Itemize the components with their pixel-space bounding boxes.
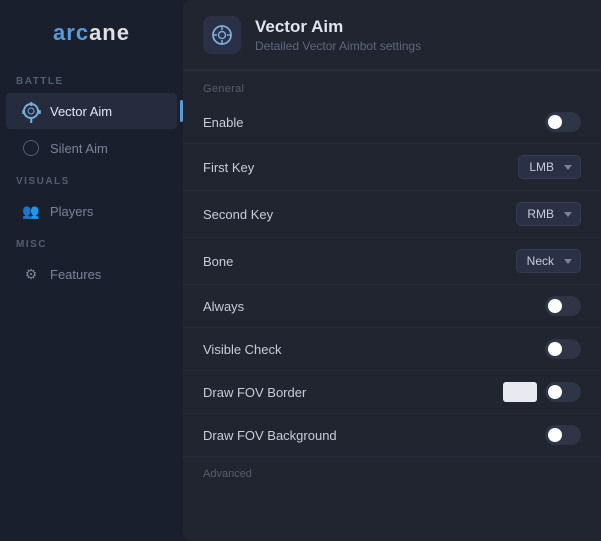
setting-label-bone: Bone (203, 254, 233, 269)
chevron-down-icon (564, 259, 572, 264)
toggle-enable[interactable] (545, 112, 581, 132)
setting-first-key: First Key LMB (183, 144, 601, 191)
setting-bone: Bone Neck (183, 238, 601, 285)
fov-border-controls (503, 382, 581, 402)
setting-label-second-key: Second Key (203, 207, 273, 222)
ghost-icon (22, 139, 40, 157)
dropdown-value-second-key: RMB (527, 207, 554, 221)
sidebar-item-label: Features (50, 267, 101, 282)
panel-header-text: Vector Aim Detailed Vector Aimbot settin… (255, 17, 421, 53)
setting-label-draw-fov-background: Draw FOV Background (203, 428, 337, 443)
setting-label-visible-check: Visible Check (203, 342, 282, 357)
dropdown-second-key[interactable]: RMB (516, 202, 581, 226)
setting-label-enable: Enable (203, 115, 243, 130)
dropdown-bone[interactable]: Neck (516, 249, 581, 273)
sidebar-item-vector-aim[interactable]: Vector Aim (6, 93, 177, 129)
setting-label-always: Always (203, 299, 244, 314)
setting-draw-fov-background: Draw FOV Background (183, 414, 601, 457)
main-panel: Vector Aim Detailed Vector Aimbot settin… (183, 0, 601, 541)
panel-title: Vector Aim (255, 17, 421, 37)
logo-arc: arc (53, 20, 89, 45)
gear-icon: ⚙ (22, 265, 40, 283)
toggle-always[interactable] (545, 296, 581, 316)
fov-color-box[interactable] (503, 382, 537, 402)
logo-ane: ane (89, 20, 130, 45)
sidebar-item-players[interactable]: 👥 Players (6, 193, 177, 229)
section-label-battle: BATTLE (0, 76, 183, 87)
dropdown-value-first-key: LMB (529, 160, 554, 174)
app-logo: arcane (0, 20, 183, 46)
sidebar-item-silent-aim[interactable]: Silent Aim (6, 130, 177, 166)
dropdown-value-bone: Neck (527, 254, 554, 268)
people-icon: 👥 (22, 202, 40, 220)
toggle-fov-border[interactable] (545, 382, 581, 402)
toggle-visible-check[interactable] (545, 339, 581, 359)
setting-second-key: Second Key RMB (183, 191, 601, 238)
sidebar-item-label: Players (50, 204, 93, 219)
sidebar-item-features[interactable]: ⚙ Features (6, 256, 177, 292)
setting-enable: Enable (183, 101, 601, 144)
sidebar: arcane BATTLE Vector Aim Silent Aim VISU… (0, 0, 183, 541)
panel-icon (203, 16, 241, 54)
vector-aim-icon (211, 24, 233, 46)
sidebar-item-label: Vector Aim (50, 104, 112, 119)
sidebar-item-label: Silent Aim (50, 141, 108, 156)
panel-header: Vector Aim Detailed Vector Aimbot settin… (183, 0, 601, 71)
panel-subtitle: Detailed Vector Aimbot settings (255, 39, 421, 53)
section-label-misc: MISC (0, 239, 183, 250)
setting-draw-fov-border: Draw FOV Border (183, 371, 601, 414)
setting-always: Always (183, 285, 601, 328)
setting-visible-check: Visible Check (183, 328, 601, 371)
section-label-visuals: VISUALS (0, 176, 183, 187)
target-icon (22, 102, 40, 120)
toggle-fov-background[interactable] (545, 425, 581, 445)
chevron-down-icon (564, 165, 572, 170)
chevron-down-icon (564, 212, 572, 217)
advanced-section-label: Advanced (183, 457, 601, 486)
dropdown-first-key[interactable]: LMB (518, 155, 581, 179)
setting-label-first-key: First Key (203, 160, 254, 175)
setting-label-draw-fov-border: Draw FOV Border (203, 385, 306, 400)
general-section-label: General (183, 71, 601, 101)
